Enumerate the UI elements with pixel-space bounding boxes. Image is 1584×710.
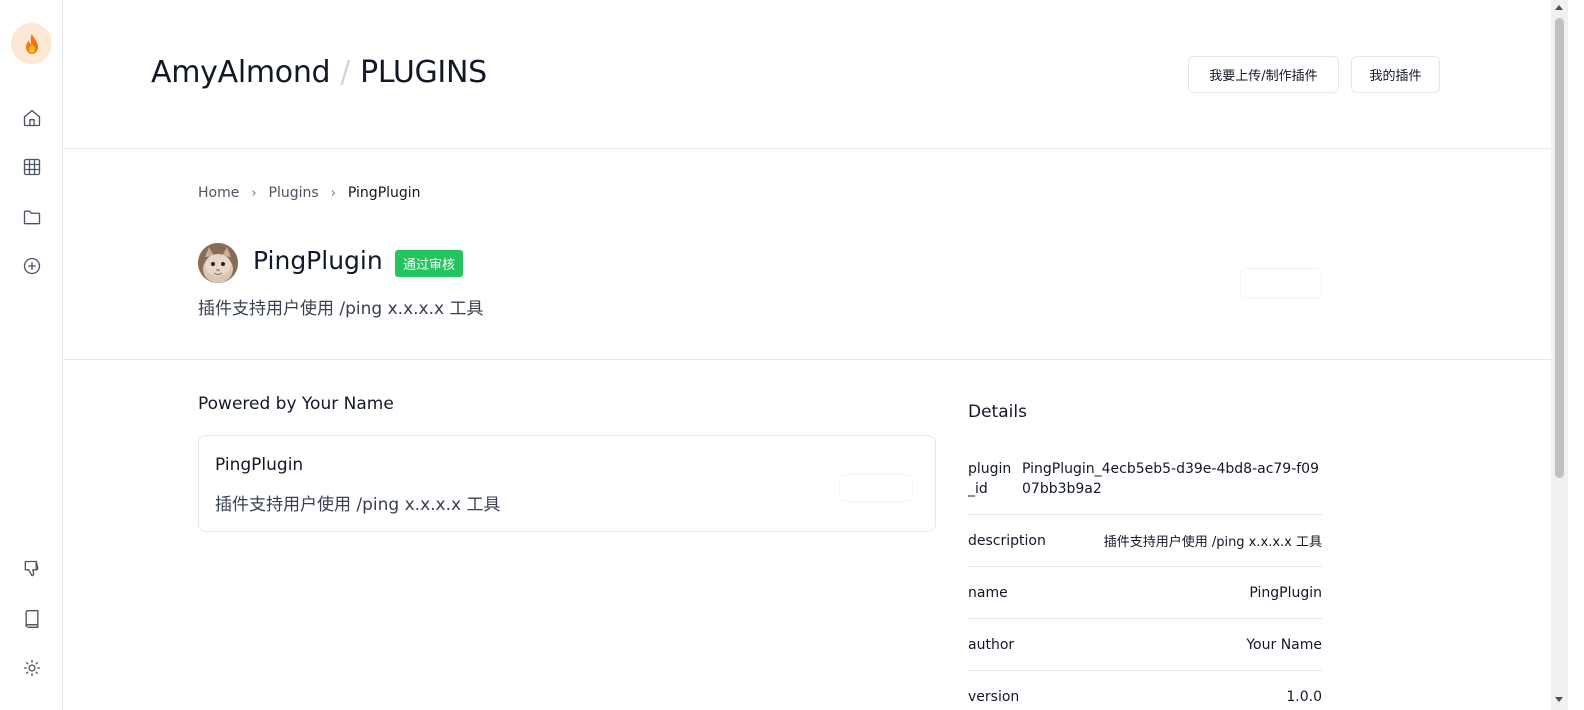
status-badge: 通过审核	[395, 250, 464, 277]
details-key: version	[968, 688, 1020, 705]
folder-icon[interactable]	[19, 204, 44, 229]
plugin-avatar	[198, 243, 238, 283]
details-heading: Details	[968, 402, 1027, 422]
details-row-plugin-id: plugin_id PingPlugin_4ecb5eb5-d39e-4bd8-…	[968, 447, 1322, 515]
owner-name[interactable]: AmyAlmond	[151, 55, 331, 90]
details-key: description	[968, 532, 1046, 549]
grid-icon[interactable]	[19, 154, 44, 179]
page-header: AmyAlmond / PLUGINS 我要上传/制作插件 我的插件	[64, 0, 1551, 149]
plugin-name: PingPlugin	[253, 246, 383, 275]
home-icon[interactable]	[19, 105, 44, 130]
details-value: PingPlugin	[1249, 584, 1322, 601]
plugin-card[interactable]: PingPlugin 插件支持用户使用 /ping x.x.x.x 工具	[198, 435, 936, 532]
chevron-right-icon: ›	[330, 185, 336, 201]
details-value: 1.0.0	[1286, 688, 1322, 705]
details-row-version: version 1.0.0	[968, 671, 1322, 710]
details-value: 插件支持用户使用 /ping x.x.x.x 工具	[1103, 535, 1322, 550]
breadcrumb-home[interactable]: Home	[198, 185, 239, 201]
hidden-action-button[interactable]	[1240, 268, 1322, 299]
book-icon[interactable]	[19, 606, 44, 631]
details-key: plugin_id	[968, 461, 1012, 497]
sun-icon[interactable]	[19, 655, 44, 680]
details-value: Your Name	[1246, 636, 1322, 653]
vertical-scrollbar[interactable]	[1551, 0, 1568, 710]
card-description: 插件支持用户使用 /ping x.x.x.x 工具	[215, 495, 501, 515]
thumbs-down-icon[interactable]	[19, 556, 44, 581]
title-separator: /	[340, 55, 351, 90]
breadcrumb-current: PingPlugin	[347, 185, 421, 201]
sidebar	[0, 0, 63, 710]
details-key: name	[968, 584, 1008, 601]
scroll-down-icon[interactable]	[1555, 697, 1563, 702]
scrollbar-thumb[interactable]	[1555, 18, 1564, 478]
plugin-hero: Home › Plugins › PingPlugin PingPlugin 通…	[64, 150, 1551, 360]
chevron-right-icon: ›	[251, 185, 257, 201]
plugin-description: 插件支持用户使用 /ping x.x.x.x 工具	[198, 299, 484, 319]
flame-icon[interactable]	[11, 23, 52, 64]
scroll-up-icon[interactable]	[1555, 5, 1563, 10]
details-row-author: author Your Name	[968, 619, 1322, 671]
details-value: PingPlugin_4ecb5eb5-d39e-4bd8-ac79-f0907…	[1022, 461, 1320, 497]
upload-plugin-button[interactable]: 我要上传/制作插件	[1188, 56, 1339, 93]
breadcrumb: Home › Plugins › PingPlugin	[198, 185, 421, 201]
details-row-name: name PingPlugin	[968, 567, 1322, 619]
card-hidden-button[interactable]	[839, 474, 913, 502]
breadcrumb-plugins[interactable]: Plugins	[269, 185, 319, 201]
card-title: PingPlugin	[215, 455, 304, 475]
my-plugins-button[interactable]: 我的插件	[1351, 56, 1440, 93]
section-name[interactable]: PLUGINS	[360, 55, 487, 90]
plus-circle-icon[interactable]	[19, 253, 44, 278]
page-title: AmyAlmond / PLUGINS	[151, 55, 487, 90]
details-list: plugin_id PingPlugin_4ecb5eb5-d39e-4bd8-…	[968, 447, 1322, 710]
details-key: author	[968, 636, 1015, 653]
powered-by-heading: Powered by Your Name	[198, 394, 394, 414]
details-row-description: description 插件支持用户使用 /ping x.x.x.x 工具	[968, 515, 1322, 567]
